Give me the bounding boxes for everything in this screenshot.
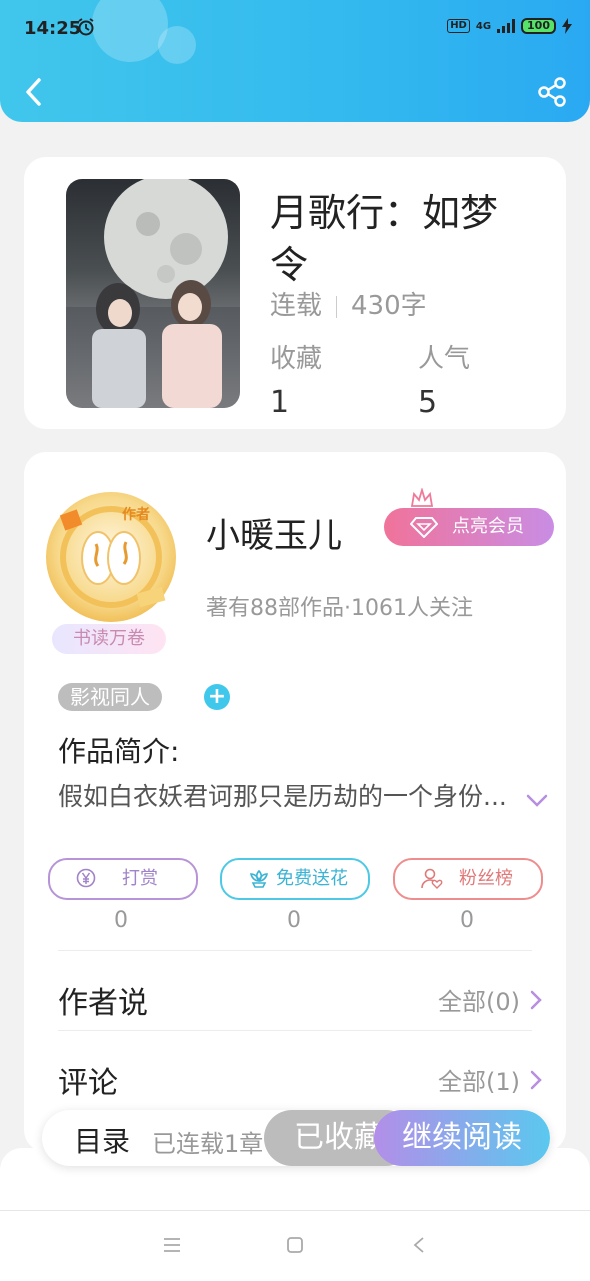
avatar-badge: 书读万卷: [52, 624, 166, 654]
favorites-label: 收藏: [270, 344, 323, 374]
details-card: 作者 书读万卷 小暖玉儿 点亮会员 著有88部作品·1061人关注 影视同人 +…: [24, 452, 566, 1152]
fans-count: 0: [460, 908, 474, 933]
book-info-card: 月歌行：如梦令 连载 430字 收藏 人气 1 5: [24, 157, 566, 429]
send-flower-label: 免费送花: [276, 868, 348, 889]
user-heart-icon: [421, 868, 443, 889]
header: 14:25 HD 4G 100: [0, 0, 590, 122]
divider: [58, 950, 532, 951]
chapters-count: 已连载1章: [152, 1130, 264, 1158]
avatar-corner-label: 作者: [122, 507, 150, 523]
alarm-icon: [78, 18, 94, 36]
meta-divider: [336, 295, 338, 318]
plus-icon[interactable]: +: [204, 684, 230, 710]
menu-icon[interactable]: [163, 1237, 181, 1253]
comments-more-label: 全部(1): [438, 1068, 520, 1096]
vip-button[interactable]: 点亮会员: [384, 508, 554, 546]
status-indicators: HD 4G 100: [447, 18, 572, 34]
author-avatar[interactable]: [46, 492, 176, 622]
status-bar: 14:25 HD 4G 100: [0, 0, 590, 58]
author-says-title: 作者说: [58, 986, 148, 1021]
genre-tag[interactable]: 影视同人: [58, 683, 162, 711]
book-status: 连载: [270, 291, 323, 321]
reward-count: 0: [114, 908, 128, 933]
back-button[interactable]: [20, 72, 48, 112]
cover-illustration: [66, 179, 240, 408]
continue-reading-button[interactable]: 继续阅读: [374, 1110, 550, 1166]
author-says-more-label: 全部(0): [438, 988, 520, 1016]
status-time: 14:25: [24, 18, 82, 39]
battery-icon: 100: [521, 18, 556, 34]
hd-badge: HD: [447, 19, 470, 33]
vip-button-label: 点亮会员: [452, 516, 524, 537]
signal-icon: [497, 19, 516, 33]
bottom-action-bar: 目录 已连载1章 已收藏 继续阅读: [42, 1110, 550, 1166]
book-cover[interactable]: [66, 179, 240, 408]
yen-icon: [76, 868, 96, 888]
popularity-label: 人气: [418, 344, 471, 374]
catalog-button[interactable]: 目录: [74, 1120, 130, 1160]
charging-icon: [562, 18, 572, 34]
home-icon[interactable]: [286, 1237, 304, 1253]
flower-count: 0: [287, 908, 301, 933]
chevron-right-icon: [530, 990, 542, 1009]
diamond-icon: [410, 517, 438, 538]
reward-button[interactable]: 打赏: [48, 858, 198, 900]
crown-icon: [410, 488, 434, 507]
book-meta: 连载 430字: [270, 285, 427, 322]
fans-ranking-label: 粉丝榜: [459, 868, 513, 889]
book-title: 月歌行：如梦令: [270, 191, 499, 287]
share-button[interactable]: [536, 76, 568, 108]
chevron-down-icon[interactable]: [526, 794, 548, 808]
author-stats: 著有88部作品·1061人关注: [206, 596, 473, 621]
comments-title: 评论: [58, 1066, 118, 1101]
system-nav-bar: [0, 1210, 590, 1281]
network-type: 4G: [475, 20, 492, 32]
comments-more-link[interactable]: 全部(1): [438, 1062, 542, 1097]
intro-title: 作品简介:: [58, 735, 180, 768]
send-flower-button[interactable]: 免费送花: [220, 858, 370, 900]
author-says-more-link[interactable]: 全部(0): [438, 982, 542, 1017]
fans-ranking-button[interactable]: 粉丝榜: [393, 858, 543, 900]
flower-icon: [249, 869, 269, 888]
favorites-value: 1: [270, 385, 290, 420]
intro-text: 假如白衣妖君诃那只是历劫的一个身份...: [58, 782, 507, 811]
avatar-frame-icon: [59, 506, 166, 608]
chevron-right-icon: [530, 1070, 542, 1089]
reward-label: 打赏: [122, 868, 158, 889]
back-nav-icon[interactable]: [412, 1237, 426, 1253]
book-word-count: 430字: [351, 291, 427, 321]
battery-level: 100: [527, 19, 550, 32]
author-name[interactable]: 小暖玉儿: [206, 508, 342, 557]
popularity-value: 5: [418, 385, 438, 420]
divider: [58, 1030, 532, 1031]
